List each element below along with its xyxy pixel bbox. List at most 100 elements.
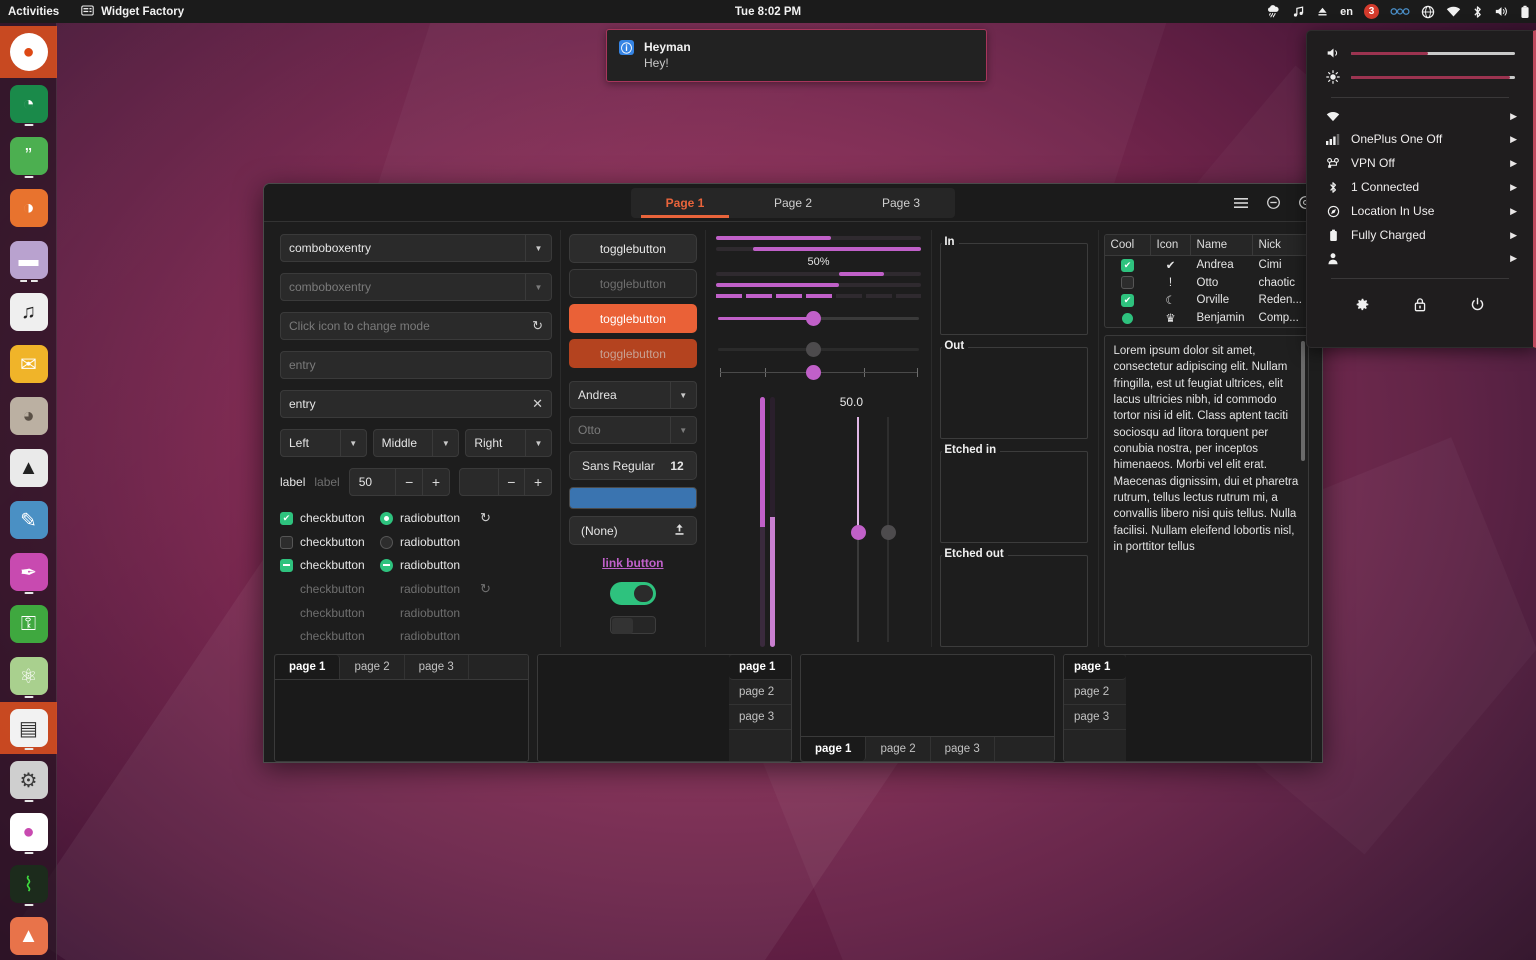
switch-on[interactable] (609, 582, 656, 605)
tab-page-1[interactable]: Page 1 (631, 188, 739, 218)
gnome-control-icon[interactable]: ⚙ (0, 754, 57, 806)
table-row[interactable]: ! Otto chaotic (1105, 274, 1308, 291)
notebook-right-tabs-tab-1[interactable]: page 1 (729, 654, 791, 680)
chevron-down-icon[interactable]: ▼ (339, 430, 366, 456)
radiobutton[interactable]: radiobutton (380, 511, 480, 525)
hscale-marks[interactable] (716, 365, 922, 386)
notification-banner[interactable]: ⓘ Heyman Hey! (606, 29, 987, 82)
notebook-top-tabs-tab-2[interactable]: page 2 (340, 654, 405, 679)
system-menu-row-oneplus-one-off[interactable]: OnePlus One Off ▶ (1307, 127, 1533, 151)
switch-off[interactable] (609, 616, 656, 634)
rhythmbox-icon[interactable]: ♫ (0, 286, 57, 338)
chevron-right-icon[interactable]: ▶ (1510, 182, 1517, 193)
notebook-left-tabs[interactable]: page 1 page 2 page 3 (1063, 653, 1312, 762)
combo-person[interactable]: Andrea ▼ (569, 381, 697, 409)
system-menu-row-wifi-icon[interactable]: ▶ (1307, 106, 1533, 127)
seahorse-keys-icon[interactable]: ⚿ (0, 598, 57, 650)
mode-entry[interactable]: Click icon to change mode ↻ (280, 312, 552, 340)
firefox-icon[interactable]: ◑ (0, 182, 57, 234)
checkbutton[interactable]: checkbutton (280, 558, 380, 572)
minus-circle-icon[interactable] (1264, 194, 1282, 212)
link-button[interactable]: link button (569, 556, 697, 570)
notebook-bottom-tabs[interactable]: page 1 page 2 page 3 (800, 653, 1055, 762)
notebook-top-tablist[interactable]: page 1 page 2 page 3 (275, 654, 528, 680)
table-row[interactable]: ✔ ✔ Andrea Cimi (1105, 256, 1308, 274)
radiobutton[interactable]: radiobutton (380, 558, 480, 572)
widget-factory-window[interactable]: Page 1 Page 2 Page 3 comboboxentry ▼ com… (263, 183, 1323, 763)
comboboxentry-1[interactable]: comboboxentry ▼ (280, 234, 552, 262)
treeview-column-header-cool[interactable]: Cool (1105, 235, 1151, 255)
textview-scrollbar[interactable] (1301, 341, 1305, 461)
spinbutton-2-minus[interactable]: − (497, 469, 525, 495)
system-monitor-icon[interactable]: ⌇ (0, 858, 57, 910)
combo-left[interactable]: Left ▼ (280, 429, 367, 457)
hscale-active[interactable] (716, 307, 922, 329)
row-cool-cell[interactable]: ✔ (1105, 292, 1151, 309)
checkbutton[interactable]: checkbutton (280, 535, 380, 549)
comboboxentry-2[interactable]: comboboxentry ▼ (280, 273, 552, 301)
notebook-bottom-tabs-tab-1[interactable]: page 1 (801, 737, 867, 761)
spinbutton-1-minus[interactable]: − (395, 469, 422, 495)
treeview-column-header-name[interactable]: Name (1191, 235, 1253, 255)
togglebutton-1[interactable]: togglebutton (569, 234, 697, 263)
gimp-icon[interactable]: ◕ (0, 390, 57, 442)
activities-button[interactable]: Activities (0, 6, 69, 18)
chevron-down-icon[interactable]: ▼ (669, 382, 696, 408)
table-row[interactable]: ✔ ☾ Orville Reden... (1105, 291, 1308, 309)
treeview[interactable]: Cool Icon Name Nick ✔ ✔ Andrea Cimi! Otto chaoti… (1103, 234, 1309, 328)
power-icon[interactable] (1470, 297, 1485, 315)
system-status-menu[interactable]: ▶ OnePlus One Off ▶ VPN Off ▶ 1 Connected ▶ Loc… (1306, 30, 1536, 348)
chevron-right-icon[interactable]: ▶ (1510, 230, 1517, 241)
brightness-slider-row[interactable] (1307, 65, 1533, 89)
system-menu-row-vpn-off[interactable]: VPN Off ▶ (1307, 151, 1533, 175)
notebook-left-tabs-tab-3[interactable]: page 3 (1064, 705, 1126, 730)
atom-icon[interactable]: ⚛ (0, 650, 57, 702)
notebook-top-tabs[interactable]: page 1 page 2 page 3 (274, 653, 529, 762)
settings-gear-icon[interactable] (1355, 297, 1370, 315)
system-menu-row-user-icon[interactable]: ▶ (1307, 247, 1533, 270)
spinbutton-1-plus[interactable]: + (422, 469, 449, 495)
togglebutton-3[interactable]: togglebutton (569, 304, 697, 333)
system-tray[interactable]: en 3 (1266, 4, 1530, 19)
notebook-top-tabs-tab-1[interactable]: page 1 (275, 654, 341, 679)
entry-empty[interactable]: entry (280, 351, 552, 379)
volume-slider-row[interactable] (1307, 41, 1533, 65)
chevron-right-icon[interactable]: ▶ (1510, 111, 1517, 122)
system-menu-row-fully-charged[interactable]: Fully Charged ▶ (1307, 223, 1533, 247)
photos-icon[interactable]: ▲ (0, 910, 57, 960)
treeview-column-header-nick[interactable]: Nick (1253, 235, 1308, 255)
notebook-top-tabs-tab-3[interactable]: page 3 (405, 654, 469, 679)
textview[interactable]: Lorem ipsum dolor sit amet, consectetur … (1103, 335, 1309, 647)
inkscape-icon[interactable]: ▲ (0, 442, 57, 494)
clock-button[interactable]: Tue 8:02 PM (735, 6, 801, 18)
row-cool-cell[interactable] (1105, 311, 1151, 326)
color-button[interactable] (569, 487, 697, 509)
font-button[interactable]: Sans Regular 12 (569, 451, 697, 480)
ubuntu-dock[interactable]: ● ◔ ” ◑ ▬ ♫ ✉ ◕ ▲ ✎ ✒ ⚿ ⚛ ▤ ⚙ ● ⌇ ▲ (0, 23, 57, 960)
page-tabs[interactable]: Page 1 Page 2 Page 3 (631, 187, 955, 218)
notebook-bottom-tablist[interactable]: page 1 page 2 page 3 (801, 736, 1054, 761)
volume-slider[interactable] (1351, 51, 1515, 55)
treeview-column-header-icon[interactable]: Icon (1151, 235, 1191, 255)
table-row[interactable]: ♛ Benjamin Comp... (1105, 309, 1308, 327)
notebook-left-tabs-tab-1[interactable]: page 1 (1064, 654, 1126, 680)
hangouts-icon[interactable]: ” (0, 130, 57, 182)
headerbar-buttons[interactable] (1232, 194, 1314, 212)
vscale-active[interactable] (850, 417, 866, 642)
chevron-down-icon[interactable]: ▼ (525, 274, 551, 300)
notebook-bottom-tabs-tab-2[interactable]: page 2 (866, 737, 931, 761)
widget-factory-icon[interactable]: ▤ (0, 702, 57, 754)
spinbutton-2[interactable]: − + (458, 468, 552, 496)
clear-x-icon[interactable]: ✕ (526, 396, 543, 412)
checkbutton[interactable]: ✔ checkbutton (280, 511, 380, 525)
entry-filled[interactable]: entry ✕ (280, 390, 552, 418)
notebook-left-tablist[interactable]: page 1 page 2 page 3 (1064, 654, 1126, 761)
chromium-icon[interactable]: ◔ (0, 78, 57, 130)
notebook-left-tabs-tab-2[interactable]: page 2 (1064, 680, 1126, 705)
chevron-right-icon[interactable]: ▶ (1510, 158, 1517, 169)
row-cool-cell[interactable]: ✔ (1105, 257, 1151, 274)
spinbutton-2-value[interactable] (460, 469, 498, 495)
thunderbird-mail-icon[interactable]: ✉ (0, 338, 57, 390)
radiobutton[interactable]: radiobutton (380, 535, 480, 549)
spinbutton-1[interactable]: 50 − + (348, 468, 450, 496)
